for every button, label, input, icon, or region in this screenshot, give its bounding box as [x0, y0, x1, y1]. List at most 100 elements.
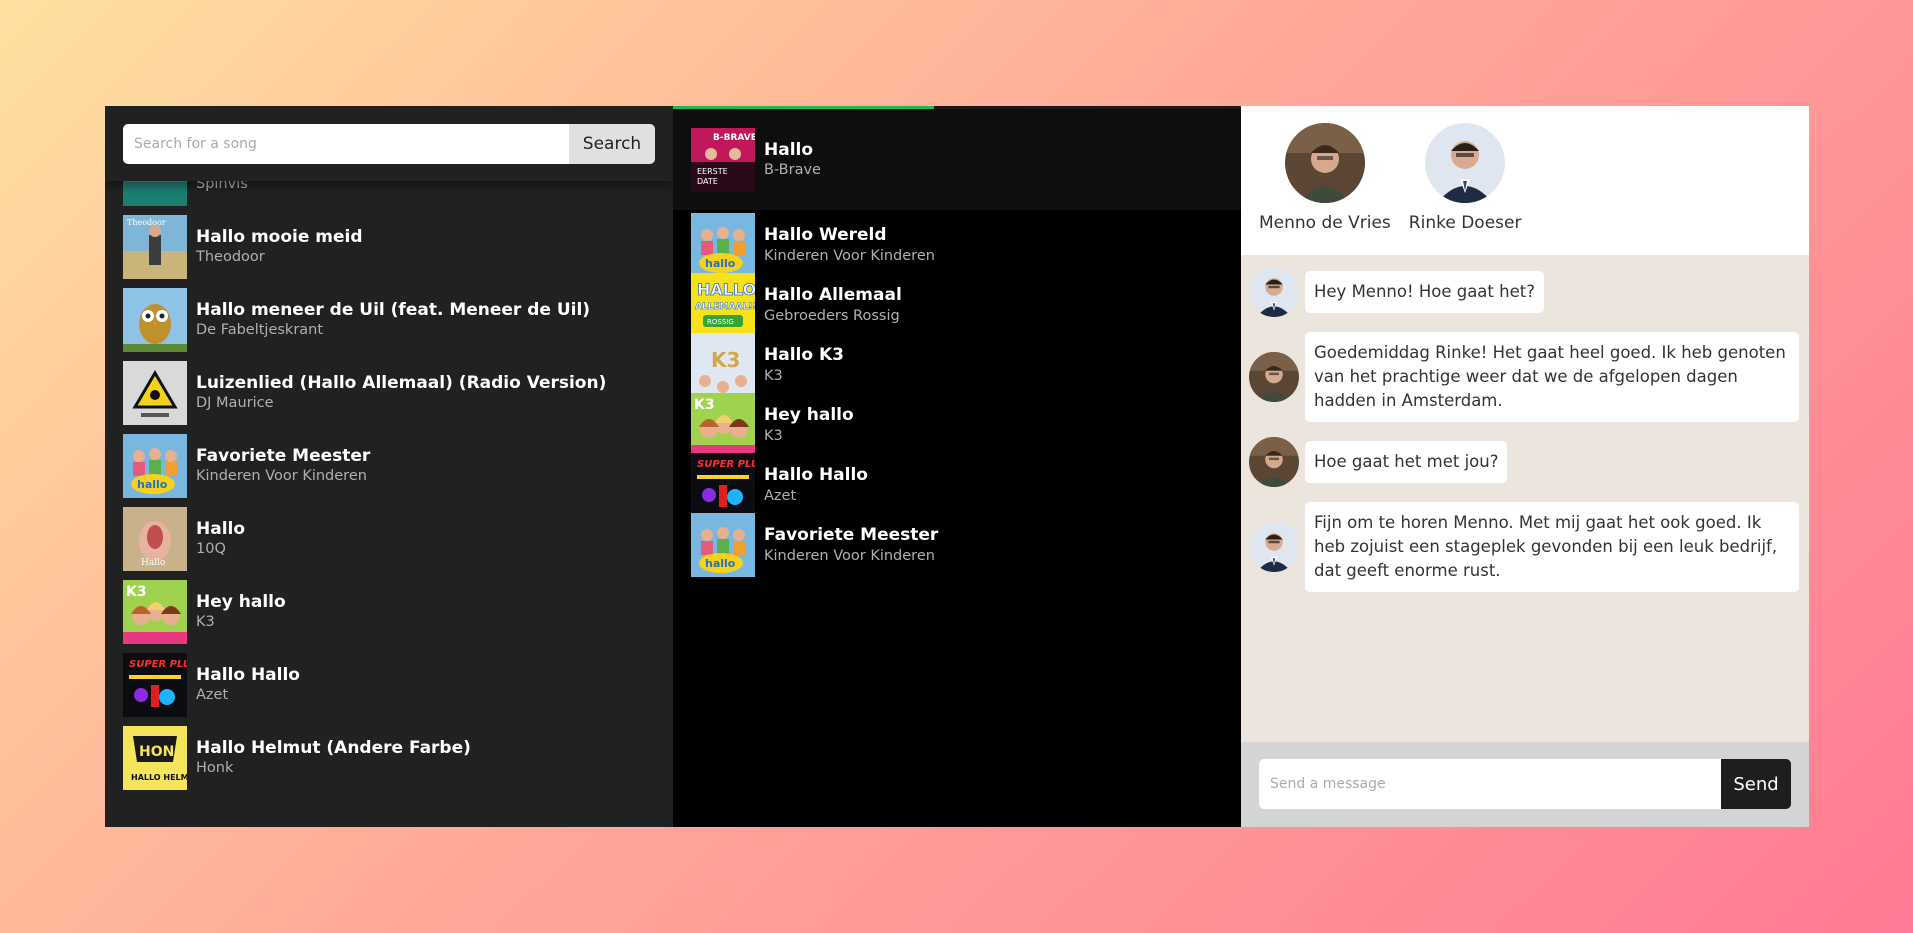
svg-text:DATE: DATE: [697, 177, 718, 186]
song-row[interactable]: K3 Hey hallo K3: [105, 575, 673, 648]
song-artist: K3: [764, 367, 783, 384]
svg-text:EERSTE: EERSTE: [697, 167, 728, 176]
participant-name: Menno de Vries: [1259, 213, 1391, 233]
song-row[interactable]: Luizenlied (Hallo Allemaal) (Radio Versi…: [105, 356, 673, 429]
participant[interactable]: Rinke Doeser: [1409, 106, 1521, 255]
player-panel: B-BRAVE EERSTE DATE Hallo B-Brave hallo Hal…: [673, 106, 1241, 827]
song-row[interactable]: HONK HALLO HELMUT Hallo Helmut (Andere Far…: [105, 721, 673, 794]
message-list: Hey Menno! Hoe gaat het? Goedemiddag Rink…: [1241, 255, 1809, 607]
menno-avatar-icon: [1284, 123, 1365, 203]
song-row[interactable]: SUPER PLUS Hallo HalloAzet: [673, 453, 1241, 517]
song-artist: K3: [196, 614, 215, 630]
song-title: Favoriete Meester: [196, 445, 371, 466]
pink-band-art-icon: B-BRAVE EERSTE DATE: [691, 127, 755, 192]
svg-text:SUPER PLUS: SUPER PLUS: [697, 459, 755, 470]
search-panel: Hallo, MaandagSpinvisTheodoorHallo mooie…: [105, 106, 673, 827]
message-bubble: Goedemiddag Rinke! Het gaat heel goed. I…: [1305, 332, 1799, 422]
chat-message: Goedemiddag Rinke! Het gaat heel goed. I…: [1249, 332, 1799, 422]
owl-art-icon: [123, 287, 187, 352]
rinke-avatar-icon: [1249, 522, 1299, 572]
song-artist: 10Q: [196, 541, 226, 557]
menno-avatar-icon: [1249, 437, 1299, 487]
k3-art-icon: K3: [691, 393, 755, 457]
song-title: Hallo Hallo: [196, 664, 300, 685]
search-bar: Search: [105, 106, 673, 181]
song-row[interactable]: hallo Favoriete Meester Kinderen Voor Kind…: [105, 429, 673, 502]
song-row[interactable]: K3 Hey hallo K3: [673, 393, 1241, 457]
svg-text:HALLO: HALLO: [697, 280, 755, 299]
song-row[interactable]: Hallo Hallo 10Q: [105, 502, 673, 575]
song-title: Hallo: [196, 518, 246, 539]
search-box: Search: [123, 124, 655, 164]
svg-text:Theodoor: Theodoor: [127, 218, 166, 227]
song-row[interactable]: hallo Favoriete Meester Kinderen Voor Kind…: [673, 513, 1241, 577]
search-results-list[interactable]: Hallo, MaandagSpinvisTheodoorHallo mooie…: [105, 137, 673, 794]
svg-text:HONK: HONK: [139, 744, 186, 760]
song-row[interactable]: Theodoor Hallo mooie meid Theodoor: [105, 210, 673, 283]
svg-text:hallo: hallo: [705, 257, 736, 270]
song-artist: Honk: [196, 760, 234, 776]
song-title: Hallo Helmut (Andere Farbe): [196, 737, 471, 758]
svg-text:HALLO HELMUT: HALLO HELMUT: [131, 773, 187, 782]
song-artist: Kinderen Voor Kinderen: [764, 547, 935, 564]
warning-sign-art-icon: [123, 360, 187, 425]
menno-avatar-icon: [1249, 352, 1299, 402]
song-title: Favoriete Meester: [764, 525, 939, 546]
message-composer: Send: [1241, 742, 1809, 827]
honk-art-icon: HONK HALLO HELMUT: [123, 725, 187, 790]
participant[interactable]: Menno de Vries: [1259, 106, 1391, 255]
song-row[interactable]: K3 Hallo K3 K3: [673, 333, 1241, 397]
yellow-art-icon: HALLO ALLEMAAL!! ROSSIG: [691, 273, 755, 337]
kids-group-art-icon: hallo: [123, 433, 187, 498]
kids-group-art-icon: hallo: [691, 513, 755, 577]
song-title: Luizenlied (Hallo Allemaal) (Radio Versi…: [196, 372, 607, 393]
song-artist: Azet: [196, 687, 229, 703]
rinke-avatar-icon: [1249, 267, 1299, 317]
chat-message: Hey Menno! Hoe gaat het?: [1249, 267, 1799, 317]
svg-text:K3: K3: [126, 584, 147, 600]
song-row[interactable]: HALLO ALLEMAAL!! ROSSIG Hallo Allemaal Gebro…: [673, 273, 1241, 337]
song-row[interactable]: hallo Hallo Wereld Kinderen Voor Kinderen: [673, 213, 1241, 277]
song-artist: Azet: [764, 487, 797, 504]
neon-art-icon: SUPER PLUS: [123, 652, 187, 717]
song-title: Hallo mooie meid: [196, 226, 363, 247]
queue-list: hallo Hallo Wereld Kinderen Voor Kinderen H…: [673, 213, 1241, 577]
song-title: Hallo Allemaal: [764, 285, 902, 306]
field-art-icon: Theodoor: [123, 214, 187, 279]
send-button[interactable]: Send: [1721, 759, 1791, 809]
message-box: Send: [1259, 759, 1791, 809]
k3-art-icon: K3: [123, 579, 187, 644]
now-playing-song[interactable]: B-BRAVE EERSTE DATE Hallo B-Brave: [673, 123, 1241, 196]
svg-text:B-BRAVE: B-BRAVE: [713, 133, 755, 143]
search-button[interactable]: Search: [569, 124, 655, 164]
song-artist: Kinderen Voor Kinderen: [764, 247, 935, 264]
song-title: Hallo Hallo: [764, 465, 868, 486]
app-container: Hallo, MaandagSpinvisTheodoorHallo mooie…: [105, 106, 1809, 827]
svg-text:Hallo: Hallo: [141, 558, 165, 568]
song-title: Hallo meneer de Uil (feat. Meneer de Uil…: [196, 299, 591, 320]
svg-text:SUPER PLUS: SUPER PLUS: [129, 659, 187, 670]
svg-text:K3: K3: [694, 397, 715, 413]
song-artist: DJ Maurice: [196, 395, 274, 411]
hand-art-icon: Hallo: [123, 506, 187, 571]
song-title: Hey hallo: [764, 405, 854, 426]
svg-text:hallo: hallo: [705, 557, 736, 570]
now-playing-title: Hallo: [764, 139, 814, 160]
k3-white-art-icon: K3: [691, 333, 755, 397]
chat-message: Fijn om te horen Menno. Met mij gaat het…: [1249, 502, 1799, 592]
chat-panel: Menno de Vries Rinke Doeser Hey Menno! Ho…: [1241, 106, 1809, 827]
message-input[interactable]: [1259, 759, 1721, 809]
search-input[interactable]: [123, 124, 569, 164]
svg-text:ROSSIG: ROSSIG: [707, 318, 734, 326]
song-row[interactable]: Hallo meneer de Uil (feat. Meneer de Uil…: [105, 283, 673, 356]
message-bubble: Hey Menno! Hoe gaat het?: [1305, 271, 1544, 313]
song-title: Hey hallo: [196, 591, 286, 612]
now-playing-artist: B-Brave: [764, 162, 821, 178]
message-bubble: Hoe gaat het met jou?: [1305, 441, 1508, 483]
song-row[interactable]: SUPER PLUS Hallo Hallo Azet: [105, 648, 673, 721]
neon-art-icon: SUPER PLUS: [691, 453, 755, 517]
song-artist: K3: [764, 427, 783, 444]
chat-message: Hoe gaat het met jou?: [1249, 437, 1799, 487]
song-artist: Kinderen Voor Kinderen: [196, 468, 367, 484]
song-artist: Theodoor: [196, 249, 265, 265]
